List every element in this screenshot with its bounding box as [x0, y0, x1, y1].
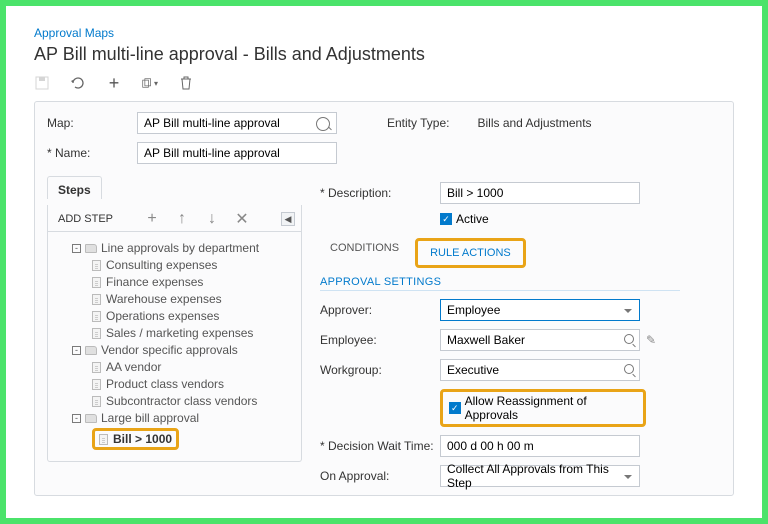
item-label: Subcontractor class vendors	[106, 394, 257, 408]
folder-icon	[85, 244, 97, 253]
active-checkbox[interactable]: ✓	[440, 213, 452, 225]
name-input[interactable]: AP Bill multi-line approval	[137, 142, 337, 164]
folder-icon	[85, 414, 97, 423]
document-icon	[99, 434, 108, 445]
collapse-panel-icon[interactable]: ◀	[281, 212, 295, 226]
item-label: Operations expenses	[106, 309, 219, 323]
group-label: Vendor specific approvals	[101, 343, 238, 357]
tab-rule-actions[interactable]: RULE ACTIONS	[415, 238, 526, 268]
tree-add-icon[interactable]: +	[144, 211, 160, 227]
edit-icon[interactable]: ✎	[646, 333, 656, 347]
workgroup-label: Workgroup:	[320, 363, 440, 377]
document-icon	[92, 277, 101, 288]
document-icon	[92, 311, 101, 322]
tree-group[interactable]: - Line approvals by department	[56, 241, 293, 255]
tree-group[interactable]: - Vendor specific approvals	[56, 343, 293, 357]
entity-type-value: Bills and Adjustments	[477, 116, 591, 130]
tree-group[interactable]: - Large bill approval	[56, 411, 293, 425]
tree-item[interactable]: Subcontractor class vendors	[56, 394, 293, 408]
tree-item[interactable]: Finance expenses	[56, 275, 293, 289]
page-title: AP Bill multi-line approval - Bills and …	[34, 44, 734, 65]
tree-item-selected[interactable]: Bill > 1000	[56, 428, 293, 450]
wait-time-label: Decision Wait Time:	[320, 439, 440, 453]
document-icon	[92, 260, 101, 271]
tree-up-icon[interactable]: ↑	[174, 211, 190, 227]
document-icon	[92, 396, 101, 407]
active-label: Active	[456, 212, 489, 226]
map-input[interactable]: AP Bill multi-line approval	[137, 112, 337, 134]
tree-delete-icon[interactable]: ✕	[234, 211, 250, 227]
delete-icon[interactable]	[178, 75, 194, 91]
main-toolbar: + ▾	[34, 75, 734, 91]
item-label: Bill > 1000	[113, 432, 172, 446]
on-approval-label: On Approval:	[320, 469, 440, 483]
item-label: Product class vendors	[106, 377, 224, 391]
collapse-icon[interactable]: -	[72, 244, 81, 253]
search-icon[interactable]	[624, 364, 634, 374]
group-label: Large bill approval	[101, 411, 199, 425]
employee-lookup[interactable]: Maxwell Baker	[440, 329, 640, 351]
document-icon	[92, 328, 101, 339]
approver-label: Approver:	[320, 303, 440, 317]
wait-time-input[interactable]: 000 d 00 h 00 m	[440, 435, 640, 457]
approver-select[interactable]: Employee	[440, 299, 640, 321]
item-label: Sales / marketing expenses	[106, 326, 253, 340]
item-label: Consulting expenses	[106, 258, 217, 272]
document-icon	[92, 379, 101, 390]
item-label: Warehouse expenses	[106, 292, 222, 306]
add-icon[interactable]: +	[106, 75, 122, 91]
search-icon[interactable]	[624, 334, 634, 344]
steps-title: Steps	[47, 176, 102, 199]
undo-icon[interactable]	[70, 75, 86, 91]
name-label: Name:	[47, 146, 137, 160]
section-approval-settings: APPROVAL SETTINGS	[320, 276, 680, 291]
steps-tree: - Line approvals by department Consulting…	[48, 232, 301, 450]
details-panel: Description: Bill > 1000 ✓ Active CONDIT…	[302, 172, 721, 495]
collapse-icon[interactable]: -	[72, 414, 81, 423]
entity-type-label: Entity Type:	[387, 116, 449, 130]
add-step-button[interactable]: ADD STEP	[58, 213, 113, 225]
on-approval-select[interactable]: Collect All Approvals from This Step	[440, 465, 640, 487]
document-icon	[92, 362, 101, 373]
allow-reassign-checkbox[interactable]: ✓	[449, 402, 461, 414]
description-input[interactable]: Bill > 1000	[440, 182, 640, 204]
tree-item[interactable]: Operations expenses	[56, 309, 293, 323]
tree-item[interactable]: Product class vendors	[56, 377, 293, 391]
tab-conditions[interactable]: CONDITIONS	[320, 238, 409, 268]
description-label: Description:	[320, 186, 440, 200]
employee-value: Maxwell Baker	[447, 333, 525, 347]
tree-item[interactable]: Warehouse expenses	[56, 292, 293, 306]
tree-item[interactable]: Consulting expenses	[56, 258, 293, 272]
tree-item[interactable]: AA vendor	[56, 360, 293, 374]
workgroup-lookup[interactable]: Executive	[440, 359, 640, 381]
employee-label: Employee:	[320, 333, 440, 347]
copy-icon[interactable]: ▾	[142, 75, 158, 91]
map-label: Map:	[47, 116, 137, 130]
tree-down-icon[interactable]: ↓	[204, 211, 220, 227]
collapse-icon[interactable]: -	[72, 346, 81, 355]
document-icon	[92, 294, 101, 305]
breadcrumb-link[interactable]: Approval Maps	[34, 26, 734, 40]
allow-reassign-label: Allow Reassignment of Approvals	[465, 394, 637, 422]
folder-icon	[85, 346, 97, 355]
tree-item[interactable]: Sales / marketing expenses	[56, 326, 293, 340]
item-label: Finance expenses	[106, 275, 203, 289]
item-label: AA vendor	[106, 360, 161, 374]
workgroup-value: Executive	[447, 363, 499, 377]
group-label: Line approvals by department	[101, 241, 259, 255]
save-icon[interactable]	[34, 75, 50, 91]
header-form: Map: AP Bill multi-line approval Entity …	[34, 101, 734, 496]
